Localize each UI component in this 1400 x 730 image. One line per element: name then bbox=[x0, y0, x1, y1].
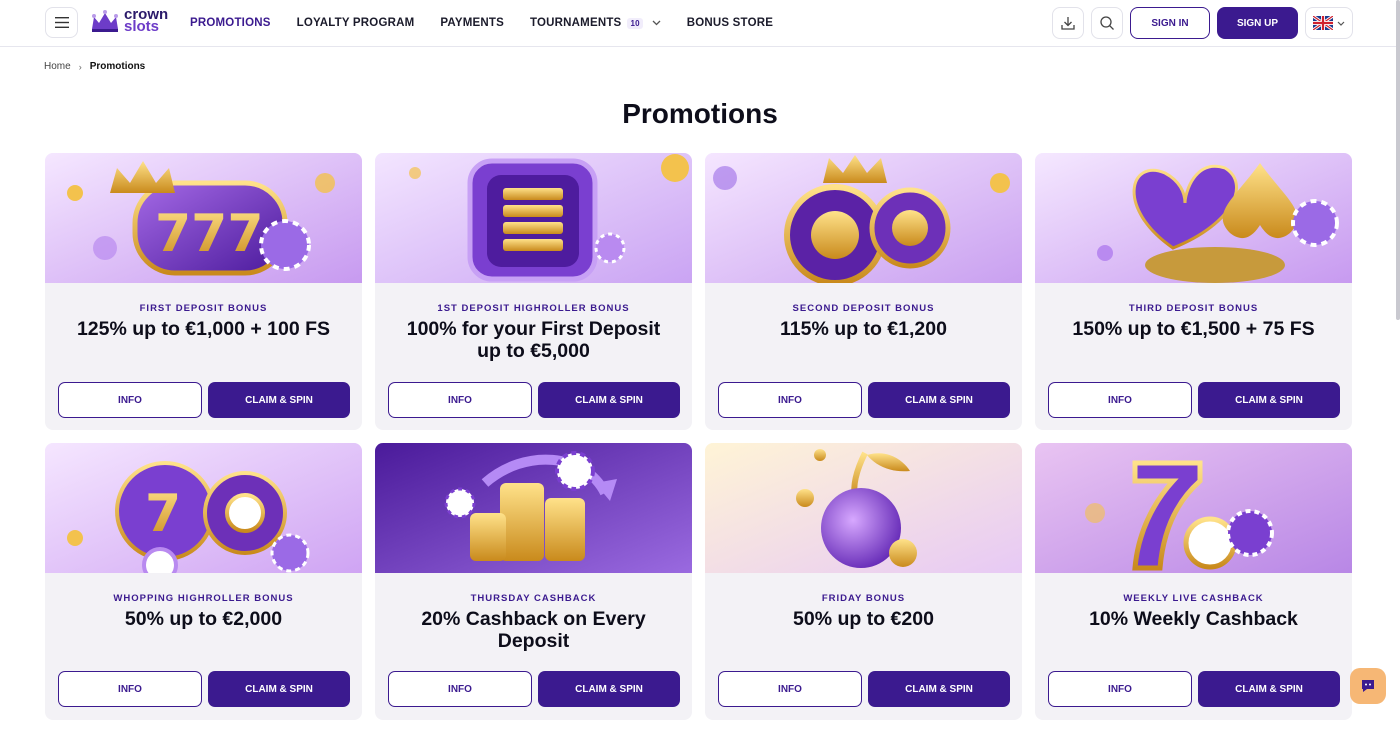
claim-spin-button[interactable]: CLAIM & SPIN bbox=[208, 671, 350, 707]
promo-image-seven-chips bbox=[1035, 443, 1352, 573]
crown-logo-icon bbox=[92, 10, 118, 32]
page-scrollbar[interactable] bbox=[1396, 0, 1400, 320]
search-icon bbox=[1100, 16, 1114, 30]
claim-spin-button[interactable]: CLAIM & SPIN bbox=[1198, 382, 1340, 418]
promo-card: 777 FIRST DEPOSIT BONUS 125% up to €1,00… bbox=[45, 153, 362, 430]
claim-spin-button[interactable]: CLAIM & SPIN bbox=[538, 382, 680, 418]
promo-subtitle: WEEKLY LIVE CASHBACK bbox=[1123, 593, 1264, 604]
promo-title: 50% up to €2,000 bbox=[124, 608, 283, 630]
promo-subtitle: FIRST DEPOSIT BONUS bbox=[139, 303, 268, 314]
promo-card: FRIDAY BONUS 50% up to €200 INFO CLAIM &… bbox=[705, 443, 1022, 720]
claim-spin-button[interactable]: CLAIM & SPIN bbox=[208, 382, 350, 418]
promo-card: THURSDAY CASHBACK 20% Cashback on Every … bbox=[375, 443, 692, 720]
promo-subtitle: THURSDAY CASHBACK bbox=[470, 593, 597, 604]
promo-image-crown-balls: 7 bbox=[45, 443, 362, 573]
info-button[interactable]: INFO bbox=[1048, 671, 1192, 707]
promo-card: WEEKLY LIVE CASHBACK 10% Weekly Cashback… bbox=[1035, 443, 1352, 720]
hamburger-icon bbox=[54, 17, 69, 28]
language-selector[interactable] bbox=[1305, 7, 1353, 39]
promo-title: 100% for your First Deposit up to €5,000 bbox=[406, 318, 661, 362]
promo-title: 50% up to €200 bbox=[793, 608, 934, 630]
info-button[interactable]: INFO bbox=[718, 382, 862, 418]
svg-text:777: 777 bbox=[155, 204, 264, 264]
claim-spin-button[interactable]: CLAIM & SPIN bbox=[868, 382, 1010, 418]
nav-bonus-store[interactable]: BONUS STORE bbox=[687, 17, 773, 29]
nav-tournaments[interactable]: TOURNAMENTS 10 bbox=[530, 17, 661, 29]
promo-image-casino-chips bbox=[705, 153, 1022, 283]
promo-image-slot-777: 777 bbox=[45, 153, 362, 283]
claim-spin-button[interactable]: CLAIM & SPIN bbox=[1198, 671, 1340, 707]
breadcrumb-home-link[interactable]: Home bbox=[44, 61, 71, 72]
promo-subtitle: FRIDAY BONUS bbox=[821, 593, 906, 604]
info-button[interactable]: INFO bbox=[388, 671, 532, 707]
nav-loyalty-program[interactable]: LOYALTY PROGRAM bbox=[297, 17, 415, 29]
promo-subtitle: 1ST DEPOSIT HIGHROLLER BONUS bbox=[437, 303, 630, 314]
promo-image-vault bbox=[375, 153, 692, 283]
site-header: crown slots PROMOTIONS LOYALTY PROGRAM P… bbox=[0, 0, 1400, 47]
info-button[interactable]: INFO bbox=[58, 382, 202, 418]
chevron-down-icon bbox=[1337, 21, 1345, 26]
download-button[interactable] bbox=[1052, 7, 1084, 39]
promo-card: 1ST DEPOSIT HIGHROLLER BONUS 100% for yo… bbox=[375, 153, 692, 430]
breadcrumb-current: Promotions bbox=[89, 61, 146, 72]
search-button[interactable] bbox=[1091, 7, 1123, 39]
promo-subtitle: SECOND DEPOSIT BONUS bbox=[792, 303, 935, 314]
claim-spin-button[interactable]: CLAIM & SPIN bbox=[868, 671, 1010, 707]
promo-title: 10% Weekly Cashback bbox=[1089, 608, 1298, 630]
info-button[interactable]: INFO bbox=[718, 671, 862, 707]
svg-text:7: 7 bbox=[145, 484, 181, 544]
promo-card: THIRD DEPOSIT BONUS 150% up to €1,500 + … bbox=[1035, 153, 1352, 430]
chevron-right-icon: › bbox=[78, 61, 82, 72]
promo-title: 125% up to €1,000 + 100 FS bbox=[76, 318, 331, 340]
nav-promotions[interactable]: PROMOTIONS bbox=[190, 17, 271, 29]
promo-card: 7 WHOPPING HIGHROLLER BONUS 50% up to €2… bbox=[45, 443, 362, 720]
main-nav: PROMOTIONS LOYALTY PROGRAM PAYMENTS TOUR… bbox=[190, 0, 799, 46]
promo-title: 20% Cashback on Every Deposit bbox=[421, 608, 646, 652]
claim-spin-button[interactable]: CLAIM & SPIN bbox=[538, 671, 680, 707]
chevron-down-icon bbox=[652, 20, 661, 26]
download-icon bbox=[1061, 17, 1075, 30]
promo-title: 150% up to €1,500 + 75 FS bbox=[1072, 318, 1315, 340]
page-title: Promotions bbox=[622, 98, 778, 129]
sign-in-button[interactable]: SIGN IN bbox=[1130, 7, 1210, 39]
promo-image-cherry bbox=[705, 443, 1022, 573]
info-button[interactable]: INFO bbox=[1048, 382, 1192, 418]
promo-card: SECOND DEPOSIT BONUS 115% up to €1,200 I… bbox=[705, 153, 1022, 430]
promotions-grid: 777 FIRST DEPOSIT BONUS 125% up to €1,00… bbox=[45, 153, 1353, 720]
en-gb-flag-icon bbox=[1313, 16, 1333, 30]
promo-subtitle: THIRD DEPOSIT BONUS bbox=[1128, 303, 1259, 314]
promo-image-heart-spade bbox=[1035, 153, 1352, 283]
promo-subtitle: WHOPPING HIGHROLLER BONUS bbox=[113, 593, 294, 604]
live-chat-button[interactable] bbox=[1350, 668, 1386, 704]
info-button[interactable]: INFO bbox=[388, 382, 532, 418]
nav-tournaments-label: TOURNAMENTS bbox=[530, 17, 622, 29]
breadcrumb: Home › Promotions bbox=[44, 61, 145, 72]
promo-image-coin-cashback bbox=[375, 443, 692, 573]
nav-payments[interactable]: PAYMENTS bbox=[440, 17, 504, 29]
info-button[interactable]: INFO bbox=[58, 671, 202, 707]
promo-title: 115% up to €1,200 bbox=[780, 318, 947, 340]
chat-icon bbox=[1362, 680, 1374, 692]
crownslots-logo[interactable]: crown slots bbox=[90, 7, 168, 34]
sign-up-button[interactable]: SIGN UP bbox=[1217, 7, 1298, 39]
hamburger-menu-button[interactable] bbox=[45, 7, 78, 38]
tournaments-count-badge: 10 bbox=[627, 17, 643, 29]
